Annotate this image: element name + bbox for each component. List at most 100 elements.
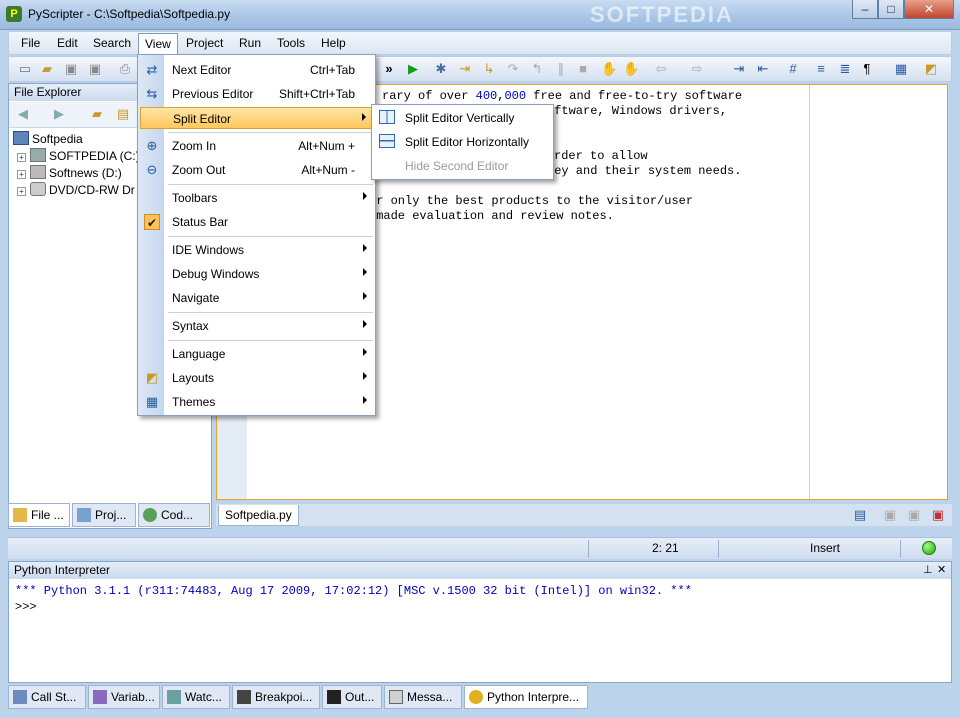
tab-messages[interactable]: Messa... <box>384 685 462 709</box>
tab-code-explorer[interactable]: Cod... <box>138 503 210 527</box>
comment-icon[interactable]: # <box>785 61 801 77</box>
tab-variables[interactable]: Variab... <box>88 685 160 709</box>
dedent-icon[interactable]: ⇤ <box>755 61 771 77</box>
word-wrap-icon[interactable]: ≣ <box>837 61 853 77</box>
toggle-breakpoint-icon[interactable]: ✋ <box>601 61 617 77</box>
tab-label: Call St... <box>31 690 77 704</box>
layout-icon[interactable]: ▦ <box>893 61 909 77</box>
expand-icon[interactable]: + <box>17 153 26 162</box>
menu-item-label: Status Bar <box>172 215 229 229</box>
menu-split-vertically[interactable]: Split Editor Vertically <box>374 107 551 129</box>
menu-layouts[interactable]: ◩ Layouts <box>140 367 373 389</box>
menu-search[interactable]: Search <box>87 35 137 53</box>
minimize-button[interactable]: – <box>852 0 878 19</box>
clear-breakpoints-icon[interactable]: ✋ <box>623 61 639 77</box>
editor-close-all-icon[interactable]: ▣ <box>906 507 922 523</box>
folder-up-icon[interactable]: ▰ <box>89 106 105 122</box>
menu-previous-editor[interactable]: ⇆ Previous Editor Shift+Ctrl+Tab <box>140 83 373 105</box>
menu-view[interactable]: View <box>138 33 178 55</box>
run-icon[interactable]: ▶ <box>405 61 421 77</box>
menu-help[interactable]: Help <box>315 35 352 53</box>
menu-item-label: Debug Windows <box>172 267 260 281</box>
tree-item-dvd[interactable]: + DVD/CD-RW Dr <box>17 182 135 199</box>
menu-language[interactable]: Language <box>140 343 373 365</box>
menu-next-editor[interactable]: ⇄ Next Editor Ctrl+Tab <box>140 59 373 81</box>
status-bar: 2: 21 Insert <box>8 537 952 559</box>
save-icon[interactable]: ▣ <box>63 61 79 77</box>
tab-call-stack[interactable]: Call St... <box>8 685 86 709</box>
python-interpreter-panel[interactable]: Python Interpreter ⊥ ✕ *** Python 3.1.1 … <box>8 561 952 683</box>
forward-icon[interactable]: ▶ <box>51 106 67 122</box>
menu-status-bar[interactable]: ✔ Status Bar <box>140 211 373 233</box>
menu-debug-windows[interactable]: Debug Windows <box>140 263 373 285</box>
tree-item-softpedia-c[interactable]: + SOFTPEDIA (C:) <box>17 148 140 165</box>
tab-file-explorer[interactable]: File ... <box>8 503 70 527</box>
step-over-icon[interactable]: ↷ <box>505 61 521 77</box>
menu-file[interactable]: File <box>15 35 46 53</box>
menu-themes[interactable]: ▦ Themes <box>140 391 373 413</box>
tab-label: Proj... <box>95 508 127 522</box>
debug-icon[interactable]: ✱ <box>433 61 449 77</box>
menu-split-horizontally[interactable]: Split Editor Horizontally <box>374 131 551 153</box>
call-stack-icon <box>13 690 27 704</box>
python-icon <box>469 690 483 704</box>
open-folder-icon[interactable]: ▰ <box>39 61 55 77</box>
back-icon[interactable]: ⇦ <box>653 61 669 77</box>
tab-label: Variab... <box>111 690 155 704</box>
menu-item-shortcut: Alt+Num - <box>301 163 355 177</box>
run-to-cursor-icon[interactable]: ⇥ <box>457 61 473 77</box>
save-all-icon[interactable]: ▣ <box>87 61 103 77</box>
back-icon[interactable]: ◀ <box>15 106 31 122</box>
tab-project-explorer[interactable]: Proj... <box>72 503 136 527</box>
tab-label: Breakpoi... <box>255 690 313 704</box>
tab-python-interpreter[interactable]: Python Interpre... <box>464 685 588 709</box>
indent-icon[interactable]: ⇥ <box>731 61 747 77</box>
menu-syntax[interactable]: Syntax <box>140 315 373 337</box>
menu-separator <box>168 312 373 313</box>
editor-save-icon[interactable]: ▣ <box>882 507 898 523</box>
menu-item-shortcut: Shift+Ctrl+Tab <box>278 87 355 101</box>
editor-tab-softpedia[interactable]: Softpedia.py <box>218 505 299 526</box>
step-out-icon[interactable]: ↰ <box>529 61 545 77</box>
special-chars-icon[interactable]: ¶ <box>859 61 875 77</box>
close-icon[interactable]: ✕ <box>937 563 946 576</box>
print-icon[interactable]: ⎙ <box>117 61 133 77</box>
menu-run[interactable]: Run <box>233 35 267 53</box>
tree-item-softpedia[interactable]: Softpedia <box>13 131 83 148</box>
toolbar-overflow-icon[interactable]: » <box>381 61 397 77</box>
menu-item-label: Syntax <box>172 319 209 333</box>
maximize-button[interactable]: □ <box>878 0 904 19</box>
menu-zoom-in[interactable]: ⊕ Zoom In Alt+Num + <box>140 135 373 157</box>
editor-close-icon[interactable]: ▣ <box>930 507 946 523</box>
interpreter-prompt[interactable]: >>> <box>15 600 37 614</box>
filter-icon[interactable]: ▤ <box>115 106 131 122</box>
menu-toolbars[interactable]: Toolbars <box>140 187 373 209</box>
pin-icon[interactable]: ⊥ <box>923 563 933 576</box>
menu-edit[interactable]: Edit <box>51 35 84 53</box>
tab-label: Cod... <box>161 508 194 522</box>
menu-ide-windows[interactable]: IDE Windows <box>140 239 373 261</box>
line-numbers-icon[interactable]: ≡ <box>813 61 829 77</box>
new-file-icon[interactable]: ▭ <box>17 61 33 77</box>
pyscripter-app-icon[interactable]: P <box>6 6 22 22</box>
tab-output[interactable]: Out... <box>322 685 382 709</box>
expand-icon[interactable]: + <box>17 187 26 196</box>
menu-hide-second-editor[interactable]: Hide Second Editor <box>374 155 551 177</box>
submenu-arrow-icon <box>363 396 367 404</box>
themes-toolbar-icon[interactable]: ◩ <box>923 61 939 77</box>
menu-zoom-out[interactable]: ⊖ Zoom Out Alt+Num - <box>140 159 373 181</box>
menu-project[interactable]: Project <box>180 35 229 53</box>
close-button[interactable]: ✕ <box>904 0 954 19</box>
tab-watches[interactable]: Watc... <box>162 685 230 709</box>
expand-icon[interactable]: + <box>17 170 26 179</box>
menu-split-editor[interactable]: Split Editor <box>140 107 373 129</box>
step-into-icon[interactable]: ↳ <box>481 61 497 77</box>
tree-item-softnews-d[interactable]: + Softnews (D:) <box>17 165 122 182</box>
tab-breakpoints[interactable]: Breakpoi... <box>232 685 320 709</box>
forward-icon[interactable]: ⇨ <box>689 61 705 77</box>
menu-navigate[interactable]: Navigate <box>140 287 373 309</box>
pause-icon[interactable]: ∥ <box>553 61 569 77</box>
editor-list-icon[interactable]: ▤ <box>852 507 868 523</box>
stop-icon[interactable]: ■ <box>575 61 591 77</box>
menu-tools[interactable]: Tools <box>271 35 311 53</box>
